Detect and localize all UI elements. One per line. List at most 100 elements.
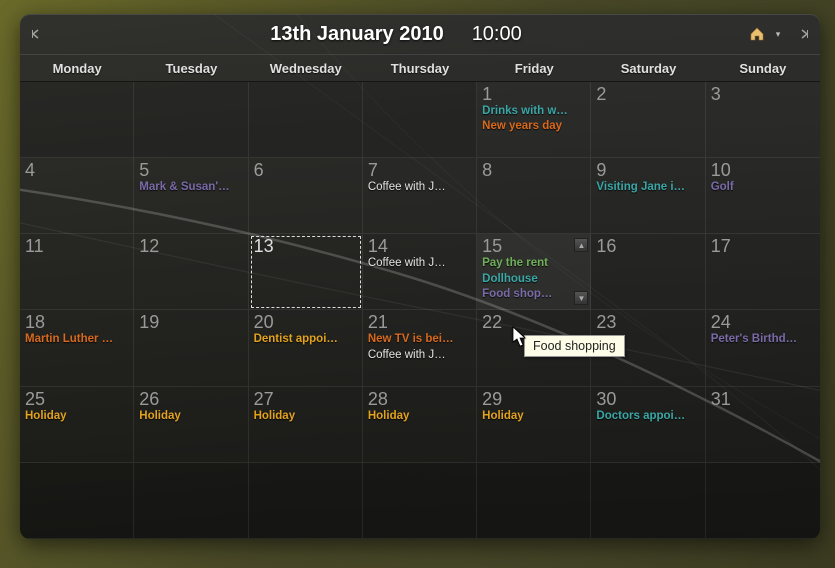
calendar-cell[interactable]: 9Visiting Jane i… bbox=[591, 158, 705, 234]
calendar-event[interactable]: Dentist appoi… bbox=[254, 332, 357, 346]
day-number: 27 bbox=[254, 390, 357, 408]
calendar-cell[interactable]: 18Martin Luther … bbox=[20, 310, 134, 386]
calendar-cell[interactable]: 14Coffee with J… bbox=[363, 234, 477, 310]
calendar-event[interactable]: Golf bbox=[711, 180, 815, 194]
home-icon[interactable] bbox=[748, 26, 766, 42]
calendar-cell[interactable]: 13 bbox=[249, 234, 363, 310]
calendar-cell[interactable]: 27Holiday bbox=[249, 387, 363, 463]
calendar-cell[interactable]: 17 bbox=[706, 234, 820, 310]
day-number: 15 bbox=[482, 237, 585, 255]
calendar-cell-empty bbox=[134, 463, 248, 539]
calendar-event[interactable]: Coffee with J… bbox=[368, 256, 471, 270]
calendar-cell-empty bbox=[477, 463, 591, 539]
day-number: 23 bbox=[596, 313, 699, 331]
calendar-cell[interactable]: 20Dentist appoi… bbox=[249, 310, 363, 386]
day-number: 8 bbox=[482, 161, 585, 179]
calendar-event[interactable]: Coffee with J… bbox=[368, 180, 471, 194]
calendar-event[interactable]: Pay the rent bbox=[482, 256, 585, 270]
calendar-cell[interactable]: 8 bbox=[477, 158, 591, 234]
calendar-event[interactable]: Mark & Susan'… bbox=[139, 180, 242, 194]
day-number: 19 bbox=[139, 313, 242, 331]
day-number: 28 bbox=[368, 390, 471, 408]
calendar-event[interactable]: New years day bbox=[482, 119, 585, 133]
chevron-down-icon[interactable]: ▾ bbox=[772, 28, 784, 40]
calendar-event[interactable]: Drinks with w… bbox=[482, 104, 585, 118]
day-number: 10 bbox=[711, 161, 815, 179]
day-header: Tuesday bbox=[134, 55, 248, 81]
header-date: 13th January 2010 bbox=[270, 23, 443, 45]
calendar-cell[interactable]: 7Coffee with J… bbox=[363, 158, 477, 234]
calendar-event[interactable]: Holiday bbox=[368, 409, 471, 423]
calendar-event[interactable]: Coffee with J… bbox=[368, 348, 471, 362]
calendar-cell[interactable]: 11 bbox=[20, 234, 134, 310]
calendar-event[interactable]: Visiting Jane i… bbox=[596, 180, 699, 194]
prev-button[interactable] bbox=[28, 26, 44, 42]
day-headers: MondayTuesdayWednesdayThursdayFridaySatu… bbox=[20, 54, 820, 82]
header-time: 10:00 bbox=[472, 23, 522, 45]
day-number: 17 bbox=[711, 237, 815, 255]
day-number: 25 bbox=[25, 390, 128, 408]
calendar-cell[interactable]: 31 bbox=[706, 387, 820, 463]
scroll-down-icon[interactable]: ▼ bbox=[574, 291, 588, 305]
calendar-cell-empty bbox=[134, 82, 248, 158]
day-number: 30 bbox=[596, 390, 699, 408]
calendar-event[interactable]: Martin Luther … bbox=[25, 332, 128, 346]
day-number: 31 bbox=[711, 390, 815, 408]
calendar-cell[interactable]: 12 bbox=[134, 234, 248, 310]
calendar-cell-empty bbox=[591, 463, 705, 539]
scroll-up-icon[interactable]: ▲ bbox=[574, 238, 588, 252]
calendar-cell[interactable]: 10Golf bbox=[706, 158, 820, 234]
calendar-event[interactable]: Food shop… bbox=[482, 287, 585, 301]
day-header: Sunday bbox=[706, 55, 820, 81]
day-number: 20 bbox=[254, 313, 357, 331]
day-header: Monday bbox=[20, 55, 134, 81]
calendar-event[interactable]: Holiday bbox=[139, 409, 242, 423]
calendar-cell[interactable]: 19 bbox=[134, 310, 248, 386]
day-number: 21 bbox=[368, 313, 471, 331]
calendar-cell[interactable]: 15Pay the rent DollhouseFood shop… ▲ ▼ bbox=[477, 234, 591, 310]
day-number: 13 bbox=[254, 237, 357, 255]
day-number: 9 bbox=[596, 161, 699, 179]
calendar-cell[interactable]: 30Doctors appoi… bbox=[591, 387, 705, 463]
calendar-event[interactable]: Doctors appoi… bbox=[596, 409, 699, 423]
day-header: Thursday bbox=[363, 55, 477, 81]
day-number: 5 bbox=[139, 161, 242, 179]
calendar-cell[interactable]: 4 bbox=[20, 158, 134, 234]
calendar-cell-empty bbox=[363, 463, 477, 539]
day-number: 1 bbox=[482, 85, 585, 103]
calendar-cell[interactable]: 2 bbox=[591, 82, 705, 158]
calendar-event[interactable]: Holiday bbox=[254, 409, 357, 423]
calendar-cell[interactable]: 28Holiday bbox=[363, 387, 477, 463]
calendar-cell[interactable]: 5Mark & Susan'… bbox=[134, 158, 248, 234]
calendar-cell-empty bbox=[20, 82, 134, 158]
day-number: 6 bbox=[254, 161, 357, 179]
calendar-cell[interactable]: 24Peter's Birthd… bbox=[706, 310, 820, 386]
calendar-cell[interactable]: 25Holiday bbox=[20, 387, 134, 463]
calendar-event[interactable]: Peter's Birthd… bbox=[711, 332, 815, 346]
calendar-cell[interactable]: 26Holiday bbox=[134, 387, 248, 463]
calendar-cell-empty bbox=[249, 82, 363, 158]
calendar-cell-empty bbox=[20, 463, 134, 539]
calendar-header: 13th January 2010 10:00 ▾ bbox=[20, 14, 820, 54]
calendar-cell[interactable]: 1Drinks with w…New years day bbox=[477, 82, 591, 158]
day-number: 18 bbox=[25, 313, 128, 331]
calendar-cell[interactable]: 3 bbox=[706, 82, 820, 158]
calendar-event[interactable]: Dollhouse bbox=[482, 272, 585, 286]
day-number: 12 bbox=[139, 237, 242, 255]
day-number: 14 bbox=[368, 237, 471, 255]
calendar-event[interactable]: Holiday bbox=[25, 409, 128, 423]
header-title: 13th January 2010 10:00 bbox=[44, 23, 748, 46]
calendar-cell[interactable]: 21New TV is bei… Coffee with J… bbox=[363, 310, 477, 386]
calendar-event[interactable]: New TV is bei… bbox=[368, 332, 471, 346]
day-number: 7 bbox=[368, 161, 471, 179]
next-button[interactable] bbox=[796, 26, 812, 42]
day-number: 2 bbox=[596, 85, 699, 103]
day-number: 16 bbox=[596, 237, 699, 255]
calendar-widget: 13th January 2010 10:00 ▾ MondayTuesdayWe… bbox=[20, 14, 820, 539]
calendar-cell[interactable]: 6 bbox=[249, 158, 363, 234]
calendar-cell[interactable]: 16 bbox=[591, 234, 705, 310]
calendar-event[interactable]: Holiday bbox=[482, 409, 585, 423]
calendar-cell-empty bbox=[706, 463, 820, 539]
calendar-cell[interactable]: 29Holiday bbox=[477, 387, 591, 463]
calendar-cell-empty bbox=[363, 82, 477, 158]
